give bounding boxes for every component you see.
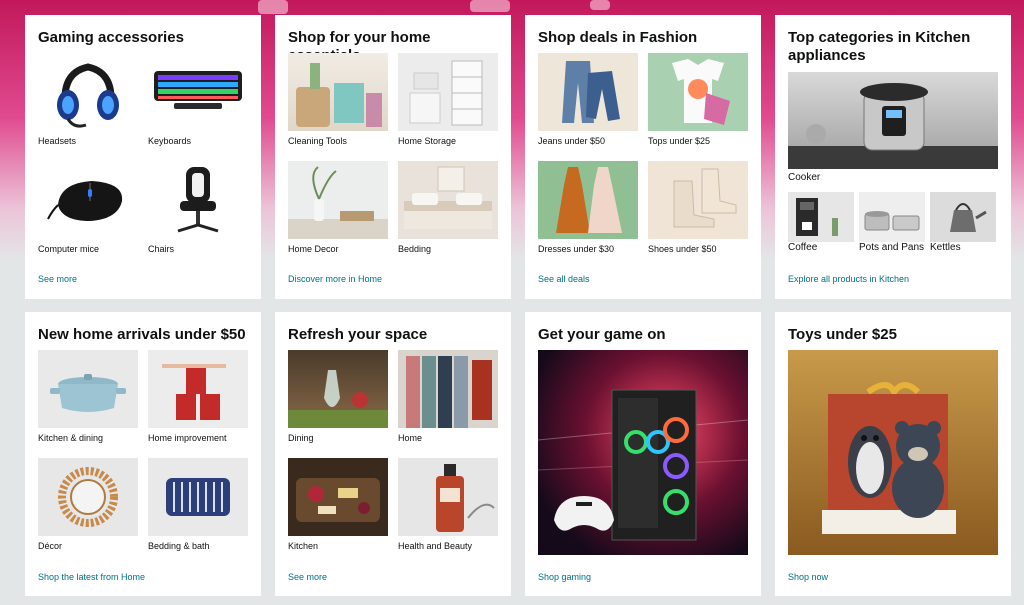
see-all-deals-link[interactable]: See all deals: [538, 274, 590, 284]
kettle-image: [930, 192, 996, 242]
discover-home-link[interactable]: Discover more in Home: [288, 274, 382, 284]
card-gaming-accessories: Gaming accessories Headsets Keyboards Co…: [25, 15, 261, 299]
gaming-pc-image: [538, 350, 748, 555]
tile-home-storage[interactable]: Home Storage: [398, 53, 498, 147]
soap-bottle-image: [398, 458, 498, 536]
tile-keyboards[interactable]: Keyboards: [148, 53, 248, 147]
tile-label: Tops under $25: [648, 136, 711, 146]
tile-home-decor[interactable]: Home Decor: [288, 161, 388, 255]
explore-kitchen-link[interactable]: Explore all products in Kitchen: [788, 274, 909, 284]
plush-toys-image: [788, 350, 998, 555]
tile-home[interactable]: Home: [398, 350, 498, 444]
shop-now-link[interactable]: Shop now: [788, 572, 828, 582]
card-game-on: Get your game on Shop gaming: [525, 312, 761, 596]
home-storage-image: [398, 53, 498, 131]
coffee-machine-image: [788, 192, 854, 242]
tile-shoes[interactable]: Shoes under $50: [648, 161, 748, 255]
shoes-image: [648, 161, 748, 239]
pots-and-pans-image: [859, 192, 925, 242]
see-more-link[interactable]: See more: [38, 274, 77, 284]
tile-label: Home improvement: [148, 433, 227, 443]
tile-label: Headsets: [38, 136, 77, 146]
card-new-home-arrivals: New home arrivals under $50 Kitchen & di…: [25, 312, 261, 596]
tile-label: Home Storage: [398, 136, 457, 146]
charcuterie-image: [288, 458, 388, 536]
tile-label: Kitchen & dining: [38, 433, 104, 443]
tile-label: Keyboards: [148, 136, 192, 146]
gaming-pc-tile[interactable]: [538, 350, 748, 555]
card-title: Get your game on: [538, 326, 666, 343]
card-title: Top categories in Kitchen appliances: [788, 29, 971, 64]
headset-image: [38, 53, 138, 131]
tile-health-beauty[interactable]: Health and Beauty: [398, 458, 498, 552]
tile-home-improvement[interactable]: Home improvement: [148, 350, 248, 444]
shop-gaming-link[interactable]: Shop gaming: [538, 572, 591, 582]
pots-and-pans-tile[interactable]: Pots and Pans: [859, 192, 925, 253]
gaming-chair-image: [148, 161, 248, 239]
card-refresh-space: Refresh your space Dining Home Kitchen H…: [275, 312, 511, 596]
tile-label: Kettles: [930, 242, 961, 253]
tile-cleaning-tools[interactable]: Cleaning Tools: [288, 53, 388, 147]
card-title: Refresh your space: [288, 326, 428, 343]
card-title: Gaming accessories: [38, 29, 184, 46]
tile-jeans[interactable]: Jeans under $50: [538, 53, 638, 147]
coffee-tile[interactable]: Coffee: [788, 192, 854, 253]
tile-label: Pots and Pans: [859, 242, 925, 253]
tile-bedding-bath[interactable]: Bedding & bath: [148, 458, 248, 552]
tile-kitchen-dining[interactable]: Kitchen & dining: [38, 350, 138, 444]
tile-label: Jeans under $50: [538, 136, 606, 146]
jeans-image: [538, 53, 638, 131]
tile-computer-mice[interactable]: Computer mice: [38, 161, 138, 255]
cleaning-tools-image: [288, 53, 388, 131]
towels-image: [398, 350, 498, 428]
dutch-oven-image: [38, 350, 138, 428]
card-fashion-deals: Shop deals in Fashion Jeans under $50 To…: [525, 15, 761, 299]
tile-label: Décor: [38, 541, 63, 551]
shop-latest-home-link[interactable]: Shop the latest from Home: [38, 572, 145, 582]
tile-kitchen[interactable]: Kitchen: [288, 458, 388, 552]
tile-chairs[interactable]: Chairs: [148, 161, 248, 255]
kettles-tile[interactable]: Kettles: [930, 192, 996, 253]
cooker-tile[interactable]: [788, 72, 998, 169]
rattan-mirror-image: [38, 458, 138, 536]
card-title: Shop deals in Fashion: [538, 29, 698, 46]
tile-label: Dresses under $30: [538, 244, 615, 254]
tile-label: Home Decor: [288, 244, 339, 254]
tile-label: Dining: [288, 433, 314, 443]
cooker-label: Cooker: [788, 172, 821, 183]
tile-tops[interactable]: Tops under $25: [648, 53, 748, 147]
see-more-link[interactable]: See more: [288, 572, 327, 582]
mouse-image: [38, 161, 138, 239]
tile-headsets[interactable]: Headsets: [38, 53, 138, 147]
tile-dining[interactable]: Dining: [288, 350, 388, 444]
card-home-essentials: Shop for your home essentials Cleaning T…: [275, 15, 511, 299]
dining-image: [288, 350, 388, 428]
card-title: New home arrivals under $50: [38, 326, 246, 343]
tile-label: Bedding: [398, 244, 432, 254]
keyboard-image: [148, 53, 248, 131]
tile-decor[interactable]: Décor: [38, 458, 138, 552]
tile-bedding[interactable]: Bedding: [398, 161, 498, 255]
pillow-image: [148, 458, 248, 536]
paint-cans-image: [148, 350, 248, 428]
tile-label: Coffee: [788, 242, 818, 253]
card-kitchen-appliances: Top categories in Kitchen appliances Coo…: [775, 15, 1011, 299]
tile-label: Kitchen: [288, 541, 319, 551]
tile-label: Chairs: [148, 244, 175, 254]
card-toys: Toys under $25 Shop now: [775, 312, 1011, 596]
tile-label: Shoes under $50: [648, 244, 717, 254]
tile-dresses[interactable]: Dresses under $30: [538, 161, 638, 255]
card-title: Toys under $25: [788, 326, 897, 343]
cooker-image: [788, 72, 998, 169]
tile-label: Cleaning Tools: [288, 136, 347, 146]
tile-label: Health and Beauty: [398, 541, 473, 551]
bedding-image: [398, 161, 498, 239]
toys-tile[interactable]: [788, 350, 998, 555]
tops-image: [648, 53, 748, 131]
dresses-image: [538, 161, 638, 239]
tile-label: Computer mice: [38, 244, 100, 254]
tile-label: Bedding & bath: [148, 541, 210, 551]
tile-label: Home: [398, 433, 423, 443]
home-decor-image: [288, 161, 388, 239]
